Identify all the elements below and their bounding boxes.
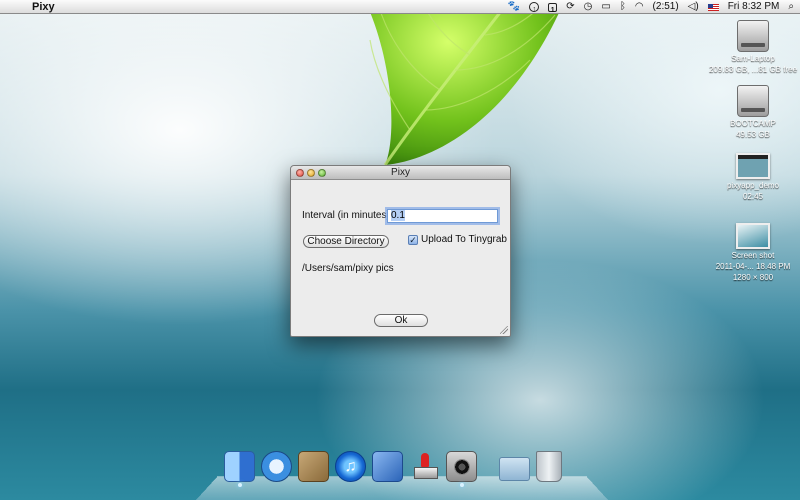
battery-status[interactable]: (2:51)	[653, 0, 679, 14]
time-machine-icon[interactable]: ◷	[584, 0, 593, 14]
display-icon[interactable]: ▭	[601, 0, 610, 14]
image-file-icon	[736, 223, 770, 249]
minimize-button[interactable]	[307, 169, 315, 177]
hard-drive-icon	[737, 20, 769, 52]
finder-icon[interactable]	[224, 451, 255, 487]
menu-extras: 🐾 ↑ 1 ⟳ ◷ ▭ ᛒ ◠ (2:51) ◁) Fri 8:32 PM ⌕	[508, 0, 794, 14]
xcode-icon[interactable]	[372, 451, 403, 482]
desktop-icon-screenshot[interactable]: Screen shot 2011-04-... 18.48 PM 1280 × …	[708, 223, 798, 282]
interval-value: 0.1	[391, 210, 405, 221]
desktop-icon-label: pixyapp_demo	[726, 181, 780, 190]
ok-button[interactable]: Ok	[374, 314, 428, 327]
video-file-icon	[736, 153, 770, 179]
stamp-icon[interactable]	[409, 451, 440, 482]
folder-icon[interactable]	[499, 457, 530, 481]
camera-icon[interactable]	[446, 451, 477, 487]
flag-icon[interactable]	[707, 3, 719, 11]
arrow-circle-icon[interactable]: ↑	[529, 2, 540, 13]
desktop-icon-label: Sam-Laptop	[731, 54, 775, 63]
pixy-window: Pixy Interval (in minutes): 0.1 Choose D…	[290, 165, 511, 337]
interval-input[interactable]: 0.1	[387, 209, 498, 223]
window-title: Pixy	[391, 167, 410, 178]
trash-icon[interactable]	[536, 451, 562, 482]
zoom-button[interactable]	[318, 169, 326, 177]
desktop-icon-size: 1280 × 800	[732, 273, 774, 282]
upload-label: Upload To Tinygrab	[421, 234, 507, 245]
clock[interactable]: Fri 8:32 PM	[728, 0, 780, 14]
desktop-icon-detail: 02:45	[742, 192, 764, 201]
spotlight-icon[interactable]: ⌕	[788, 0, 794, 14]
interval-label: Interval (in minutes):	[302, 210, 393, 221]
window-titlebar[interactable]: Pixy	[291, 166, 510, 180]
close-button[interactable]	[296, 169, 304, 177]
sync-icon[interactable]: ⟳	[566, 0, 574, 14]
paw-icon[interactable]: 🐾	[508, 0, 520, 14]
volume-icon[interactable]: ◁)	[688, 0, 699, 14]
bluetooth-icon[interactable]: ᛒ	[620, 0, 626, 14]
desktop-icon-drive[interactable]: Sam-Laptop 209.83 GB, ...81 GB free	[708, 20, 798, 74]
desktop-icon-detail: 209.83 GB, ...81 GB free	[708, 65, 798, 74]
upload-checkbox[interactable]: ✓	[408, 235, 418, 245]
hard-drive-icon	[737, 85, 769, 117]
desktop-icon-label: Screen shot	[731, 251, 775, 260]
dock: ♫	[224, 451, 562, 487]
directory-path: /Users/sam/pixy pics	[302, 263, 394, 274]
safari-icon[interactable]	[261, 451, 292, 482]
menu-bar: Pixy 🐾 ↑ 1 ⟳ ◷ ▭ ᛒ ◠ (2:51) ◁) Fri 8:32 …	[0, 0, 800, 14]
window-controls	[296, 169, 326, 177]
app-menu-name[interactable]: Pixy	[26, 1, 61, 13]
desktop-icon-detail: 2011-04-... 18.48 PM	[715, 262, 791, 271]
choose-directory-button[interactable]: Choose Directory	[303, 235, 389, 248]
wifi-icon[interactable]: ◠	[635, 0, 644, 14]
one-box-icon[interactable]: 1	[548, 2, 558, 14]
leaf-wallpaper	[364, 0, 565, 166]
mail-icon[interactable]	[298, 451, 329, 482]
desktop-icon-detail: 49.53 GB	[736, 130, 770, 139]
desktop-icon-bootcamp[interactable]: BOOTCAMP 49.53 GB	[708, 85, 798, 139]
running-indicator	[459, 483, 464, 487]
running-indicator	[237, 483, 242, 487]
desktop-icon-label: BOOTCAMP	[730, 119, 776, 128]
dock-separator	[483, 451, 493, 482]
itunes-icon[interactable]: ♫	[335, 451, 366, 482]
desktop-icon-video[interactable]: pixyapp_demo 02:45	[708, 153, 798, 201]
resize-grip[interactable]	[500, 326, 508, 334]
